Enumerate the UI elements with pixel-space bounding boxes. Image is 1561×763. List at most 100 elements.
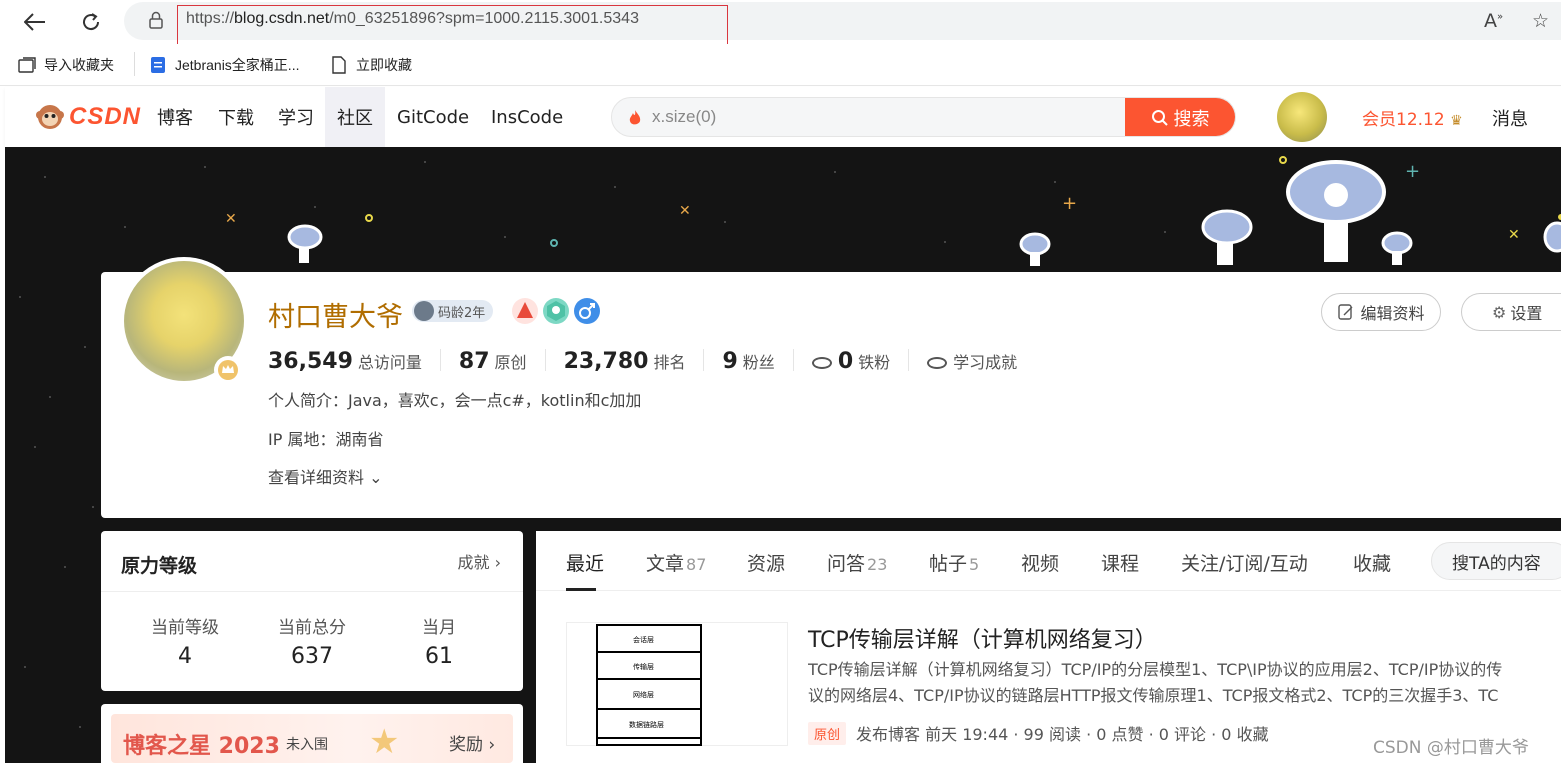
content-tabs: 最近 文章 87 资源 问答 23 帖子 5 视频 课程 关注/订阅/互动 收藏 搜T… [536, 531, 1561, 591]
site-search: x.size(0) 搜索 [611, 97, 1236, 137]
article-title[interactable]: TCP传输层详解（计算机网络复习） [808, 622, 1157, 654]
level-month: 当月 61 [369, 613, 509, 669]
tab-posts[interactable]: 帖子 5 [929, 549, 979, 576]
stat-iron-fans-label: 铁粉 [858, 353, 891, 372]
svg-text:+: + [1405, 161, 1420, 182]
level-current-label: 当前等级 [151, 618, 219, 638]
article-meta-text: 发布博客 前天 19:44 · 99 阅读 · 0 点赞 · 0 评论 · 0 … [856, 725, 1269, 744]
article-desc-line-2[interactable]: 议的网络层4、TCP/IP协议的链路层HTTP报文传输原理1、TCP报文格式2、… [808, 682, 1561, 706]
refresh-icon[interactable] [76, 8, 106, 36]
chevron-right-icon: › [483, 735, 496, 755]
stat-achievements[interactable]: 学习成就 [909, 349, 1035, 372]
tab-follow[interactable]: 关注/订阅/互动 [1181, 549, 1308, 576]
thumb-layer-label: 网络层 [633, 690, 654, 699]
stat-visits-value: 36,549 [268, 349, 353, 374]
edit-profile-button[interactable]: 编辑资料 [1321, 293, 1441, 331]
male-badge-icon[interactable] [574, 298, 600, 324]
tab-courses[interactable]: 课程 [1101, 549, 1139, 576]
tab-resources[interactable]: 资源 [747, 549, 785, 576]
level-card-title: 原力等级 [121, 555, 198, 577]
fav-add[interactable]: 立即收藏 [330, 54, 412, 76]
gear-icon: ⚙ [1492, 302, 1507, 322]
blog-star-banner[interactable]: 博客之星 2023 未入围 ★ 奖励 › [111, 714, 513, 763]
stat-visits[interactable]: 36,549 总访问量 [268, 349, 441, 374]
logo-text: CSDN [69, 103, 142, 130]
chevron-right-icon: › [489, 553, 501, 572]
nav-gitcode[interactable]: GitCode [397, 87, 469, 147]
lock-icon[interactable] [149, 11, 163, 29]
back-arrow-icon[interactable] [20, 8, 50, 36]
profile-username[interactable]: 村口曹大爷 [268, 295, 403, 334]
settings-label: 设置 [1510, 304, 1543, 323]
tab-label: 关注/订阅/互动 [1181, 553, 1308, 575]
messages-link[interactable]: 消息 [1492, 105, 1528, 131]
red-badge-icon[interactable] [512, 298, 538, 324]
thumb-layer-label: 传输层 [633, 662, 654, 671]
document-blue-icon [149, 56, 167, 74]
search-input[interactable]: x.size(0) [652, 107, 716, 127]
tab-recent[interactable]: 最近 [566, 549, 604, 576]
stat-iron-fans-value: 0 [837, 349, 854, 374]
active-tab-indicator [566, 588, 596, 591]
star-favorite-icon[interactable]: ☆ [1532, 10, 1549, 32]
stat-achievements-label: 学习成就 [953, 353, 1018, 372]
profile-more-link[interactable]: 查看详细资料 ⌄ [268, 464, 383, 488]
import-icon [18, 56, 36, 74]
url-highlight-box [177, 5, 728, 48]
tab-label: 帖子 [929, 553, 968, 575]
nav-learn[interactable]: 学习 [278, 87, 314, 147]
stat-iron-fans[interactable]: 0 铁粉 [794, 349, 910, 374]
svg-text:✕: ✕ [679, 203, 691, 219]
fav-import[interactable]: 导入收藏夹 [18, 54, 114, 76]
article-thumbnail[interactable]: 会话层 传输层 网络层 数据链路层 [566, 622, 788, 746]
tab-count: 23 [867, 555, 888, 574]
fav-import-label: 导入收藏夹 [44, 57, 114, 73]
nav-download[interactable]: 下载 [218, 87, 254, 147]
stat-original[interactable]: 87 原创 [441, 349, 546, 374]
search-button[interactable]: 搜索 [1125, 98, 1235, 136]
force-level-card: 原力等级 成就 › 当前等级 4 当前总分 637 当月 61 [101, 531, 523, 691]
reward-label: 奖励 [449, 735, 483, 755]
article-desc-line-1[interactable]: TCP传输层详解（计算机网络复习）TCP/IP的分层模型1、TCP\IP协议的应… [808, 656, 1561, 680]
stat-rank[interactable]: 23,780 排名 [546, 349, 705, 374]
article-meta: 原创 发布博客 前天 19:44 · 99 阅读 · 0 点赞 · 0 评论 ·… [808, 721, 1269, 745]
level-current: 当前等级 4 [115, 613, 255, 669]
tab-count: 87 [686, 555, 707, 574]
tab-articles[interactable]: 文章 87 [646, 549, 706, 576]
nav-community[interactable]: 社区 [325, 87, 385, 147]
csdn-logo[interactable]: CSDN [35, 103, 141, 131]
green-badge-icon[interactable] [543, 298, 569, 324]
tab-qa[interactable]: 问答 23 [827, 549, 887, 576]
read-aloud-icon[interactable]: A» [1484, 10, 1503, 32]
tab-videos[interactable]: 视频 [1021, 549, 1059, 576]
browser-address-bar: https://blog.csdn.net/m0_63251896?spm=10… [0, 0, 1561, 48]
stat-fans-value: 9 [722, 349, 738, 374]
vip-label: 会员12.12 [1362, 110, 1445, 130]
profile-bio: 个人简介：Java，喜欢c，会一点c#，kotlin和c加加 [268, 391, 642, 410]
vip-link[interactable]: 会员12.12 ♛ [1362, 105, 1463, 130]
crown-icon: ♛ [1450, 113, 1463, 129]
csdn-monkey-icon [36, 105, 64, 129]
user-avatar-small[interactable] [1277, 92, 1327, 142]
level-total: 当前总分 637 [242, 613, 382, 669]
page-icon [330, 56, 348, 74]
fav-add-label: 立即收藏 [356, 57, 412, 73]
search-button-label: 搜索 [1173, 109, 1210, 130]
profile-stats: 36,549 总访问量 87 原创 23,780 排名 9 粉丝 0 铁粉 学习成就 [268, 346, 1035, 374]
edit-icon [1338, 304, 1353, 320]
reward-link[interactable]: 奖励 › [449, 730, 495, 755]
nav-blog[interactable]: 博客 [157, 87, 193, 147]
stat-original-label: 原创 [494, 353, 527, 372]
tab-label: 收藏 [1353, 553, 1392, 575]
search-ta-content-button[interactable]: 搜TA的内容 [1431, 542, 1561, 580]
settings-button[interactable]: ⚙ 设置 [1461, 293, 1561, 331]
level-current-value: 4 [178, 644, 192, 669]
blog-star-title: 博客之星 2023 [123, 734, 280, 759]
tab-favorites[interactable]: 收藏 [1353, 549, 1391, 576]
fav-jetbrains[interactable]: Jetbranis全家桶正... [149, 54, 299, 76]
stat-fans[interactable]: 9 粉丝 [704, 349, 794, 374]
nav-inscode[interactable]: InsCode [491, 87, 563, 147]
edit-profile-label: 编辑资料 [1360, 304, 1425, 323]
tab-label: 视频 [1021, 553, 1060, 575]
achievements-link[interactable]: 成就 › [458, 549, 502, 573]
